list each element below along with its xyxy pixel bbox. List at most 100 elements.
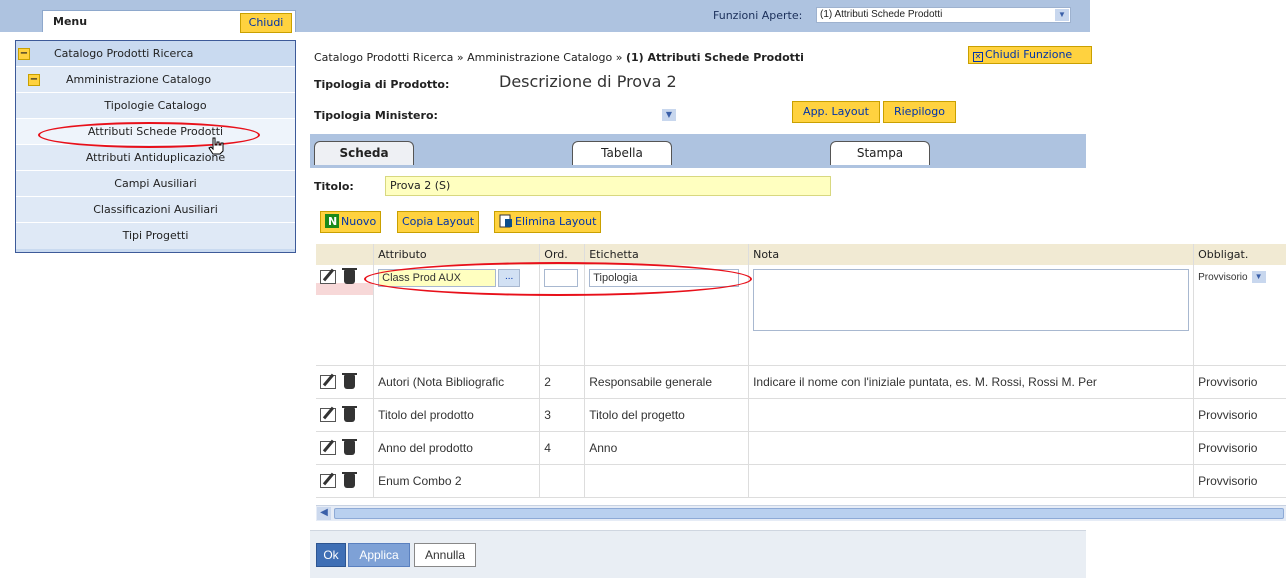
nota-cell: Indicare il nome con l'iniziale puntata,… xyxy=(748,365,1195,399)
funzioni-aperte-label: Funzioni Aperte: xyxy=(713,9,803,22)
funzioni-aperte-select[interactable]: (1) Attributi Schede Prodotti ▼ xyxy=(816,7,1071,23)
row-actions xyxy=(316,398,375,432)
nota-cell xyxy=(748,265,1195,366)
trash-icon[interactable] xyxy=(342,438,357,455)
breadcrumb: Catalogo Prodotti Ricerca » Amministrazi… xyxy=(314,51,804,64)
chiudi-funzione-label: Chiudi Funzione xyxy=(985,48,1073,61)
sidebar-item-tipologie-catalogo[interactable]: Tipologie Catalogo xyxy=(16,93,295,119)
annulla-button[interactable]: Annulla xyxy=(414,543,476,567)
tipologia-prodotto-label: Tipologia di Prodotto: xyxy=(314,78,450,91)
tipologia-prodotto-value: Descrizione di Prova 2 xyxy=(499,72,677,91)
sidebar-item-amministrazione-catalogo[interactable]: − Amministrazione Catalogo xyxy=(16,67,295,93)
tipologia-ministero-select[interactable]: ▼ xyxy=(499,107,677,123)
horizontal-scrollbar[interactable]: ◀ xyxy=(316,505,1286,521)
table-row: Autori (Nota Bibliografic 2 Responsabile… xyxy=(316,365,1286,399)
table-row: Enum Combo 2 Provvisorio xyxy=(316,464,1286,498)
sidebar-item-campi-ausiliari[interactable]: Campi Ausiliari xyxy=(16,171,295,197)
tab-bar: Scheda Tabella Stampa xyxy=(310,134,1086,168)
ordine-cell xyxy=(539,464,586,498)
elimina-layout-label: Elimina Layout xyxy=(515,215,597,228)
ok-button[interactable]: Ok xyxy=(316,543,346,567)
etichetta-cell xyxy=(584,464,750,498)
ordine-input[interactable] xyxy=(544,269,579,287)
table-row-editing: Class Prod AUX... Tipologia Provvisorio ▼ xyxy=(316,265,1286,366)
attributo-cell: Autori (Nota Bibliografic xyxy=(373,365,541,399)
browse-button[interactable]: ... xyxy=(498,269,521,287)
nota-textarea[interactable] xyxy=(753,269,1190,331)
collapse-icon[interactable]: − xyxy=(18,48,30,60)
row-actions xyxy=(316,265,375,366)
attributo-cell: Class Prod AUX... xyxy=(373,265,541,366)
nota-cell xyxy=(748,464,1195,498)
etichetta-input[interactable]: Tipologia xyxy=(589,269,740,287)
sidebar-item-catalogo-prodotti-ricerca[interactable]: − Catalogo Prodotti Ricerca xyxy=(16,41,295,67)
col-header-actions xyxy=(316,244,375,265)
elimina-layout-button[interactable]: Elimina Layout xyxy=(494,211,602,233)
app-layout-button[interactable]: App. Layout xyxy=(792,101,880,123)
edit-icon[interactable] xyxy=(320,407,336,422)
chevron-down-icon[interactable]: ▼ xyxy=(1251,271,1266,283)
attributes-grid: Attributo Ord. Etichetta Nota Obbligat. … xyxy=(316,244,1286,498)
new-icon: N xyxy=(325,214,339,228)
breadcrumb-path: Catalogo Prodotti Ricerca » Amministrazi… xyxy=(314,51,626,64)
sidebar-item-classificazioni-ausiliari[interactable]: Classificazioni Ausiliari xyxy=(16,197,295,223)
titolo-label: Titolo: xyxy=(314,180,354,193)
col-header-attributo: Attributo xyxy=(373,244,541,265)
etichetta-cell: Tipologia xyxy=(584,265,750,366)
applica-button[interactable]: Applica xyxy=(348,543,410,567)
sidebar-item-attributi-antiduplicazione[interactable]: Attributi Antiduplicazione xyxy=(16,145,295,171)
chevron-down-icon[interactable]: ▼ xyxy=(662,109,676,121)
obbligatorio-select[interactable]: Provvisorio ▼ xyxy=(1198,271,1266,283)
tab-tabella[interactable]: Tabella xyxy=(572,141,672,165)
copia-layout-button[interactable]: Copia Layout xyxy=(397,211,480,233)
tipologia-ministero-label: Tipologia Ministero: xyxy=(314,109,438,122)
ordine-cell: 3 xyxy=(539,398,586,432)
col-header-ord: Ord. xyxy=(539,244,586,265)
ordine-cell xyxy=(539,265,586,366)
sidebar-item-attributi-schede-prodotti[interactable]: Attributi Schede Prodotti xyxy=(16,119,295,145)
trash-icon[interactable] xyxy=(342,405,357,422)
hand-cursor-icon xyxy=(208,137,224,155)
obbligatorio-cell: Provvisorio xyxy=(1193,464,1286,498)
close-icon: ✕ xyxy=(973,52,983,62)
sidebar-item-label: Classificazioni Ausiliari xyxy=(93,203,218,216)
chevron-down-icon[interactable]: ▼ xyxy=(1055,9,1069,21)
nota-cell xyxy=(748,431,1195,465)
obbligatorio-cell: Provvisorio xyxy=(1193,431,1286,465)
edit-icon[interactable] xyxy=(320,374,336,389)
obbligatorio-cell: Provvisorio xyxy=(1193,398,1286,432)
edit-icon[interactable] xyxy=(320,440,336,455)
chiudi-funzione-button[interactable]: ✕ Chiudi Funzione xyxy=(968,46,1092,64)
delete-layout-icon xyxy=(499,214,512,228)
trash-icon[interactable] xyxy=(342,372,357,389)
attributo-input[interactable]: Class Prod AUX xyxy=(378,269,497,287)
menu-label: Menu xyxy=(53,15,88,28)
riepilogo-button[interactable]: Riepilogo xyxy=(883,101,956,123)
scroll-left-icon[interactable]: ◀ xyxy=(317,507,331,520)
attributo-cell: Titolo del prodotto xyxy=(373,398,541,432)
attributes-table: Attributo Ord. Etichetta Nota Obbligat. … xyxy=(316,244,1286,498)
sidebar-item-label: Tipi Progetti xyxy=(122,229,189,242)
sidebar-item-tipi-progetti[interactable]: Tipi Progetti xyxy=(16,223,295,249)
attributo-cell: Anno del prodotto xyxy=(373,431,541,465)
chiudi-menu-button[interactable]: Chiudi xyxy=(240,13,292,33)
obbligatorio-cell: Provvisorio xyxy=(1193,365,1286,399)
nuovo-button[interactable]: N Nuovo xyxy=(320,211,382,233)
scrollbar-thumb[interactable] xyxy=(334,508,1284,519)
tab-scheda[interactable]: Scheda xyxy=(314,141,414,165)
trash-icon[interactable] xyxy=(342,267,357,284)
edit-icon[interactable] xyxy=(320,473,336,488)
row-actions xyxy=(316,464,375,498)
collapse-icon[interactable]: − xyxy=(28,74,40,86)
edit-icon[interactable] xyxy=(320,269,336,284)
breadcrumb-current: (1) Attributi Schede Prodotti xyxy=(625,51,804,64)
row-actions xyxy=(316,365,375,399)
ordine-cell: 2 xyxy=(539,365,586,399)
trash-icon[interactable] xyxy=(342,471,357,488)
sidebar-item-label: Tipologie Catalogo xyxy=(104,99,207,112)
top-bar: Menu Chiudi Funzioni Aperte: (1) Attribu… xyxy=(0,0,1090,33)
titolo-input[interactable]: Prova 2 (S) xyxy=(385,176,831,196)
tab-stampa[interactable]: Stampa xyxy=(830,141,930,165)
col-header-obbligatorio: Obbligat. xyxy=(1193,244,1286,265)
obbligatorio-cell: Provvisorio ▼ xyxy=(1193,265,1286,366)
